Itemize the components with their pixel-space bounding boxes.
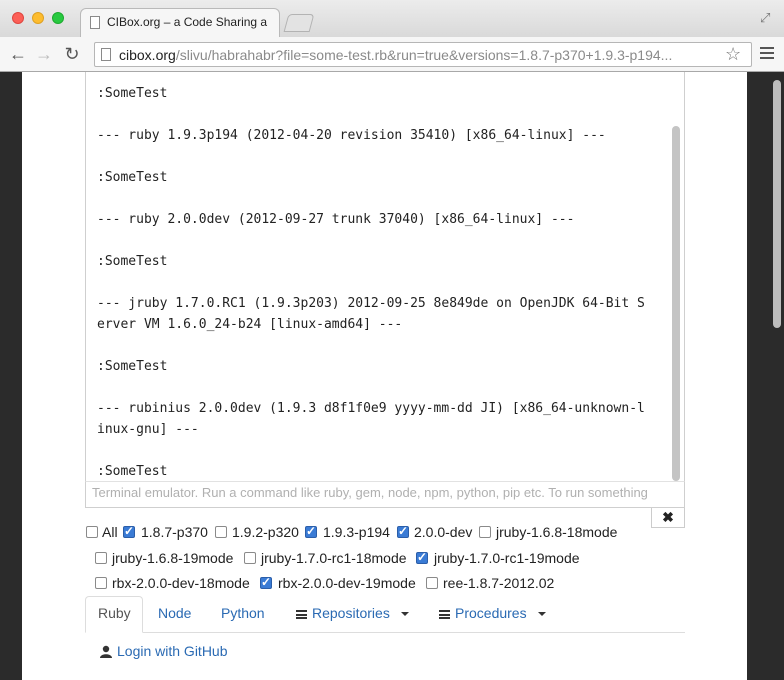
- checkbox-jruby-1-6-8-18mode[interactable]: [479, 526, 491, 538]
- back-arrow-icon[interactable]: ←: [8, 44, 28, 64]
- terminal-line: :SomeTest: [97, 170, 168, 185]
- checkbox-1-8-7-p370[interactable]: [123, 524, 135, 538]
- menu-icon[interactable]: [760, 47, 774, 62]
- terminal-line: --- rubinius 2.0.0dev (1.9.3 d8f1f0e9 yy…: [97, 401, 645, 416]
- version-label: 1.9.2-p320: [232, 524, 299, 540]
- page-icon: [90, 16, 100, 29]
- tab-title: CIBox.org – a Code Sharing a: [107, 15, 268, 29]
- version-label: All: [102, 524, 118, 540]
- chevron-down-icon[interactable]: [401, 612, 409, 616]
- zoom-window-button[interactable]: [52, 12, 64, 24]
- minimize-window-button[interactable]: [32, 12, 44, 24]
- tab-ruby-label[interactable]: Ruby: [98, 605, 131, 621]
- version-label: jruby-1.6.8-18mode: [496, 524, 618, 540]
- user-icon: [100, 645, 112, 658]
- tabs-divider: [85, 632, 685, 633]
- checkbox-jruby-1-6-8-19mode[interactable]: [95, 552, 107, 564]
- terminal-line: erver VM 1.6.0_24-b24 [linux-amd64] ---: [97, 317, 403, 332]
- version-label: rbx-2.0.0-dev-19mode: [278, 575, 416, 591]
- terminal-line: :SomeTest: [97, 464, 168, 479]
- version-label: jruby-1.7.0-rc1-18mode: [261, 550, 407, 566]
- version-label: jruby-1.6.8-19mode: [112, 550, 234, 566]
- list-icon: [439, 610, 450, 619]
- terminal-line: :SomeTest: [97, 86, 168, 101]
- reload-icon[interactable]: ↻: [62, 44, 82, 64]
- checkbox-rbx-2-0-0-dev-18mode[interactable]: [95, 577, 107, 589]
- terminal-scrollbar-thumb[interactable]: [672, 126, 680, 481]
- terminal-input-placeholder[interactable]: Terminal emulator. Run a command like ru…: [92, 485, 678, 500]
- terminal-line: inux-gnu] ---: [97, 422, 199, 437]
- chevron-down-icon[interactable]: [538, 612, 546, 616]
- terminal-line: --- ruby 2.0.0dev (2012-09-27 trunk 3704…: [97, 212, 575, 227]
- tab-procedures[interactable]: Procedures: [455, 605, 527, 621]
- new-tab-button[interactable]: [283, 14, 315, 32]
- version-label: jruby-1.7.0-rc1-19mode: [434, 550, 580, 566]
- checkbox-1-9-2-p320[interactable]: [215, 526, 227, 538]
- url-text[interactable]: cibox.org/slivu/habrahabr?file=some-test…: [119, 47, 727, 63]
- terminal-line: :SomeTest: [97, 254, 168, 269]
- fullscreen-icon[interactable]: ⤢: [760, 10, 770, 26]
- tab-python[interactable]: Python: [221, 605, 265, 621]
- version-label: 1.9.3-p194: [323, 524, 390, 540]
- version-label: rbx-2.0.0-dev-18mode: [112, 575, 250, 591]
- forward-arrow-icon[interactable]: →: [34, 44, 54, 64]
- version-label: 2.0.0-dev: [414, 524, 473, 540]
- checkbox-all[interactable]: [86, 526, 98, 538]
- checkbox-1-9-3-p194[interactable]: [305, 524, 317, 538]
- terminal-line: --- ruby 1.9.3p194 (2012-04-20 revision …: [97, 128, 606, 143]
- checkbox-ree-1-8-7-2012-02[interactable]: [426, 577, 438, 589]
- bookmark-star-icon[interactable]: ☆: [725, 44, 741, 65]
- tab-repositories[interactable]: Repositories: [312, 605, 390, 621]
- login-github-link[interactable]: Login with GitHub: [117, 643, 228, 659]
- checkbox-jruby-1-7-0-rc1-19mode[interactable]: [416, 550, 428, 564]
- checkbox-jruby-1-7-0-rc1-18mode[interactable]: [244, 552, 256, 564]
- terminal-line: :SomeTest: [97, 359, 168, 374]
- page-icon: [101, 48, 111, 61]
- url-host: cibox.org: [119, 47, 176, 63]
- version-label: ree-1.8.7-2012.02: [443, 575, 555, 591]
- close-window-button[interactable]: [12, 12, 24, 24]
- url-path: /slivu/habrahabr?file=some-test.rb&run=t…: [175, 47, 673, 63]
- list-icon: [296, 610, 307, 619]
- terminal-line: --- jruby 1.7.0.RC1 (1.9.3p203) 2012-09-…: [97, 296, 645, 311]
- tab-node[interactable]: Node: [158, 605, 191, 621]
- version-label: 1.8.7-p370: [141, 524, 208, 540]
- close-terminal-button[interactable]: ✖: [651, 508, 685, 528]
- checkbox-2-0-0-dev[interactable]: [397, 524, 409, 538]
- checkbox-rbx-2-0-0-dev-19mode[interactable]: [260, 575, 272, 589]
- page-scrollbar-thumb[interactable]: [773, 80, 781, 328]
